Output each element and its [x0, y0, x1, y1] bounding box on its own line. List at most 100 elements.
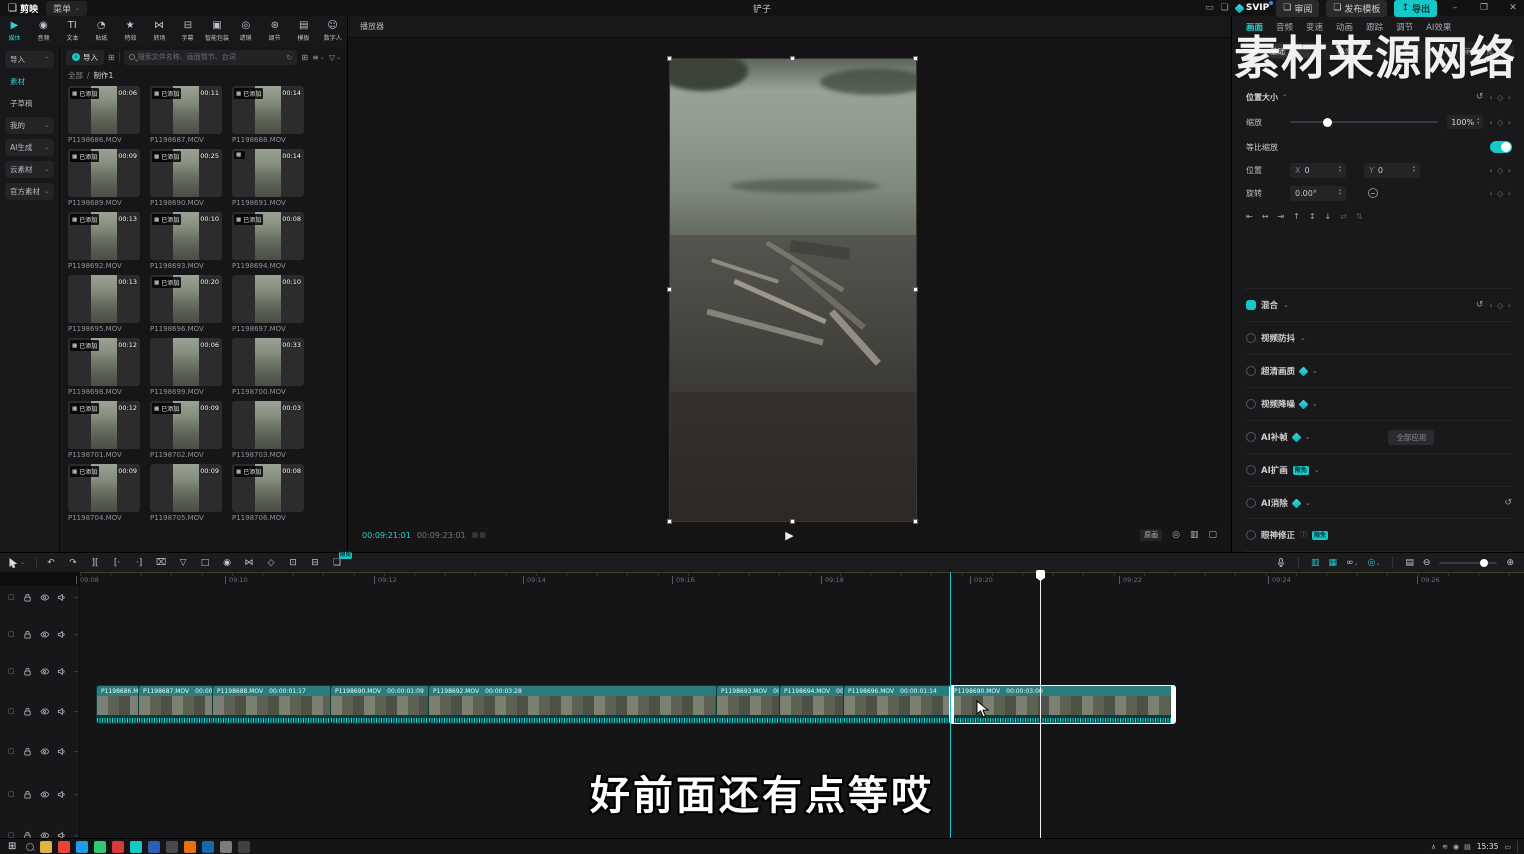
section-checkbox[interactable]: [1246, 333, 1256, 343]
track-handle[interactable]: --: [74, 593, 78, 602]
section-checkbox[interactable]: [1246, 432, 1256, 442]
media-item[interactable]: ▦ 已添加 00:09 P1198702.MOV: [150, 401, 222, 459]
media-item[interactable]: ▦ 已添加 00:08 P1198706.MOV: [232, 464, 304, 522]
start-button[interactable]: ⊞: [4, 841, 20, 852]
media-thumbnail[interactable]: ▦ 已添加 00:14: [232, 86, 304, 134]
section-checkbox[interactable]: [1246, 300, 1256, 310]
chevron-down-icon[interactable]: ⌄: [1300, 334, 1306, 342]
timeline-tool-button[interactable]: ⊟: [304, 558, 326, 568]
top-tab[interactable]: ★ 特效: [116, 16, 145, 46]
timeline-tool-button[interactable]: ◉: [216, 558, 238, 568]
timeline-tool-button[interactable]: ◇: [260, 558, 282, 568]
auto-snap-icon[interactable]: ▦: [1328, 558, 1337, 568]
media-item[interactable]: ▦ 已添加 00:09 P1198689.MOV: [68, 149, 140, 207]
track-type-icon[interactable]: ▢: [8, 667, 15, 675]
media-thumbnail[interactable]: ▦ 已添加 00:12: [68, 338, 140, 386]
timeline-tool-button[interactable]: ▽: [172, 558, 194, 568]
top-tab[interactable]: ◔ 贴纸: [87, 16, 116, 46]
media-item[interactable]: ▦ 已添加 00:10 P1198693.MOV: [150, 212, 222, 270]
timeline-clip[interactable]: P1198696.MOV 00:00:01:14: [844, 686, 950, 723]
chevron-down-icon[interactable]: ⌄: [1314, 466, 1320, 474]
speaker-icon[interactable]: [57, 667, 66, 676]
timeline-tool-button[interactable]: ⊡: [282, 558, 304, 568]
section-checkbox[interactable]: [1246, 530, 1256, 540]
maximize-button[interactable]: ❐: [1473, 3, 1495, 13]
keyframe-control[interactable]: ‹ ◇ ›: [1489, 189, 1512, 198]
track-type-icon[interactable]: ▢: [8, 593, 15, 601]
track-type-icon[interactable]: ▢: [8, 831, 15, 838]
close-button[interactable]: ✕: [1502, 3, 1524, 13]
media-thumbnail[interactable]: ▦ 已添加 00:09: [68, 464, 140, 512]
taskbar-app-icon[interactable]: [184, 841, 196, 853]
media-thumbnail[interactable]: ▦ 已添加 00:09: [150, 401, 222, 449]
media-thumbnail[interactable]: ▦ 已添加 00:10: [150, 212, 222, 260]
top-tab[interactable]: TI 文本: [58, 16, 87, 46]
workspace-layout-icon[interactable]: ▭: [1205, 3, 1214, 13]
chevron-down-icon[interactable]: ⌄: [1312, 367, 1318, 375]
panel-layout-icon[interactable]: ❏: [1221, 3, 1229, 13]
chevron-down-icon[interactable]: ⌄: [1312, 400, 1318, 408]
track-layout-icon[interactable]: ▤: [1405, 558, 1414, 568]
chevron-down-icon[interactable]: ⌄: [1305, 499, 1311, 507]
sidebar-item[interactable]: 云素材 ⌄: [5, 161, 54, 178]
sidebar-item[interactable]: 子草稿: [5, 95, 54, 112]
section-checkbox[interactable]: [1246, 498, 1256, 508]
selection-handle[interactable]: [667, 519, 672, 524]
play-button[interactable]: ▶: [785, 529, 793, 542]
align-icon[interactable]: ⇤: [1246, 212, 1253, 221]
taskbar-app-icon[interactable]: [112, 841, 124, 853]
media-thumbnail[interactable]: ▦ 已添加 00:13: [68, 212, 140, 260]
timeline-tool-button[interactable]: ↷: [62, 558, 84, 568]
collapse-panel-icon[interactable]: ⊞: [108, 53, 115, 62]
eye-icon[interactable]: [40, 630, 49, 639]
top-tab[interactable]: ▤ 模板: [289, 16, 318, 46]
media-thumbnail[interactable]: ▦ 已添加 00:08: [232, 464, 304, 512]
tray-icon[interactable]: ≋: [1442, 843, 1448, 851]
track-type-icon[interactable]: ▢: [8, 747, 15, 755]
zoom-in-icon[interactable]: ⊕: [1506, 558, 1514, 568]
media-item[interactable]: ▦ 00:03 P1198703.MOV: [232, 401, 304, 459]
media-item[interactable]: ▦ 00:33 P1198700.MOV: [232, 338, 304, 396]
track-handle[interactable]: --: [74, 707, 78, 716]
timeline-clip[interactable]: P1198686.M: [97, 686, 139, 723]
taskbar-app-icon[interactable]: [238, 841, 250, 853]
media-thumbnail[interactable]: ▦ 已添加 00:11: [150, 86, 222, 134]
timeline-clip[interactable]: P1198690.MOV 00:00:01:09: [331, 686, 429, 723]
minimize-button[interactable]: –: [1444, 3, 1466, 13]
timeline-zoom-slider[interactable]: [1439, 562, 1497, 564]
timeline-tool-button[interactable]: ⋈: [238, 558, 260, 568]
slider-knob[interactable]: [1480, 559, 1488, 567]
media-item[interactable]: ▦ 00:13 P1198695.MOV: [68, 275, 140, 333]
keyframe-control[interactable]: ‹ ◇ ›: [1489, 166, 1512, 175]
link-clips-icon[interactable]: ∞⌄: [1346, 558, 1359, 568]
rotation-dial[interactable]: [1368, 188, 1378, 198]
speaker-icon[interactable]: [57, 707, 66, 716]
speaker-icon[interactable]: [57, 747, 66, 756]
timeline-clip[interactable]: P1198688.MOV 00:00:01:17: [213, 686, 331, 723]
selection-handle[interactable]: [913, 519, 918, 524]
align-icon[interactable]: ↔: [1262, 212, 1269, 221]
keyframe-control[interactable]: ‹ ◇ ›: [1489, 118, 1512, 127]
top-tab[interactable]: ☺ 数字人: [318, 16, 347, 46]
speaker-icon[interactable]: [57, 630, 66, 639]
top-tab[interactable]: ▣ 智能包装: [202, 16, 231, 46]
taskbar-app-icon[interactable]: [202, 841, 214, 853]
sidebar-item[interactable]: 素材: [5, 73, 54, 90]
media-thumbnail[interactable]: ▦ 00:13: [68, 275, 140, 323]
lock-icon[interactable]: [23, 707, 32, 716]
collapse-icon[interactable]: ⌃: [1282, 94, 1287, 101]
svip-badge[interactable]: SVIP: [1236, 3, 1269, 13]
track-type-icon[interactable]: ▢: [8, 707, 15, 715]
media-item[interactable]: ▦ 00:14 P1198691.MOV: [232, 149, 304, 207]
position-y-field[interactable]: Y0 ▴▾: [1364, 163, 1420, 178]
quality-button[interactable]: 原画: [1140, 529, 1162, 541]
stepper[interactable]: ▴▾: [1339, 166, 1341, 174]
track-handle[interactable]: --: [74, 831, 78, 839]
taskbar-search-icon[interactable]: [26, 843, 34, 851]
timeline-clip[interactable]: P1198694.MOV 00:: [780, 686, 844, 723]
lock-icon[interactable]: [23, 593, 32, 602]
import-button[interactable]: ↓ 导入: [66, 50, 104, 65]
zoom-out-icon[interactable]: ⊖: [1423, 558, 1431, 568]
align-icon[interactable]: ↕: [1309, 212, 1316, 221]
speaker-icon[interactable]: [57, 831, 66, 839]
